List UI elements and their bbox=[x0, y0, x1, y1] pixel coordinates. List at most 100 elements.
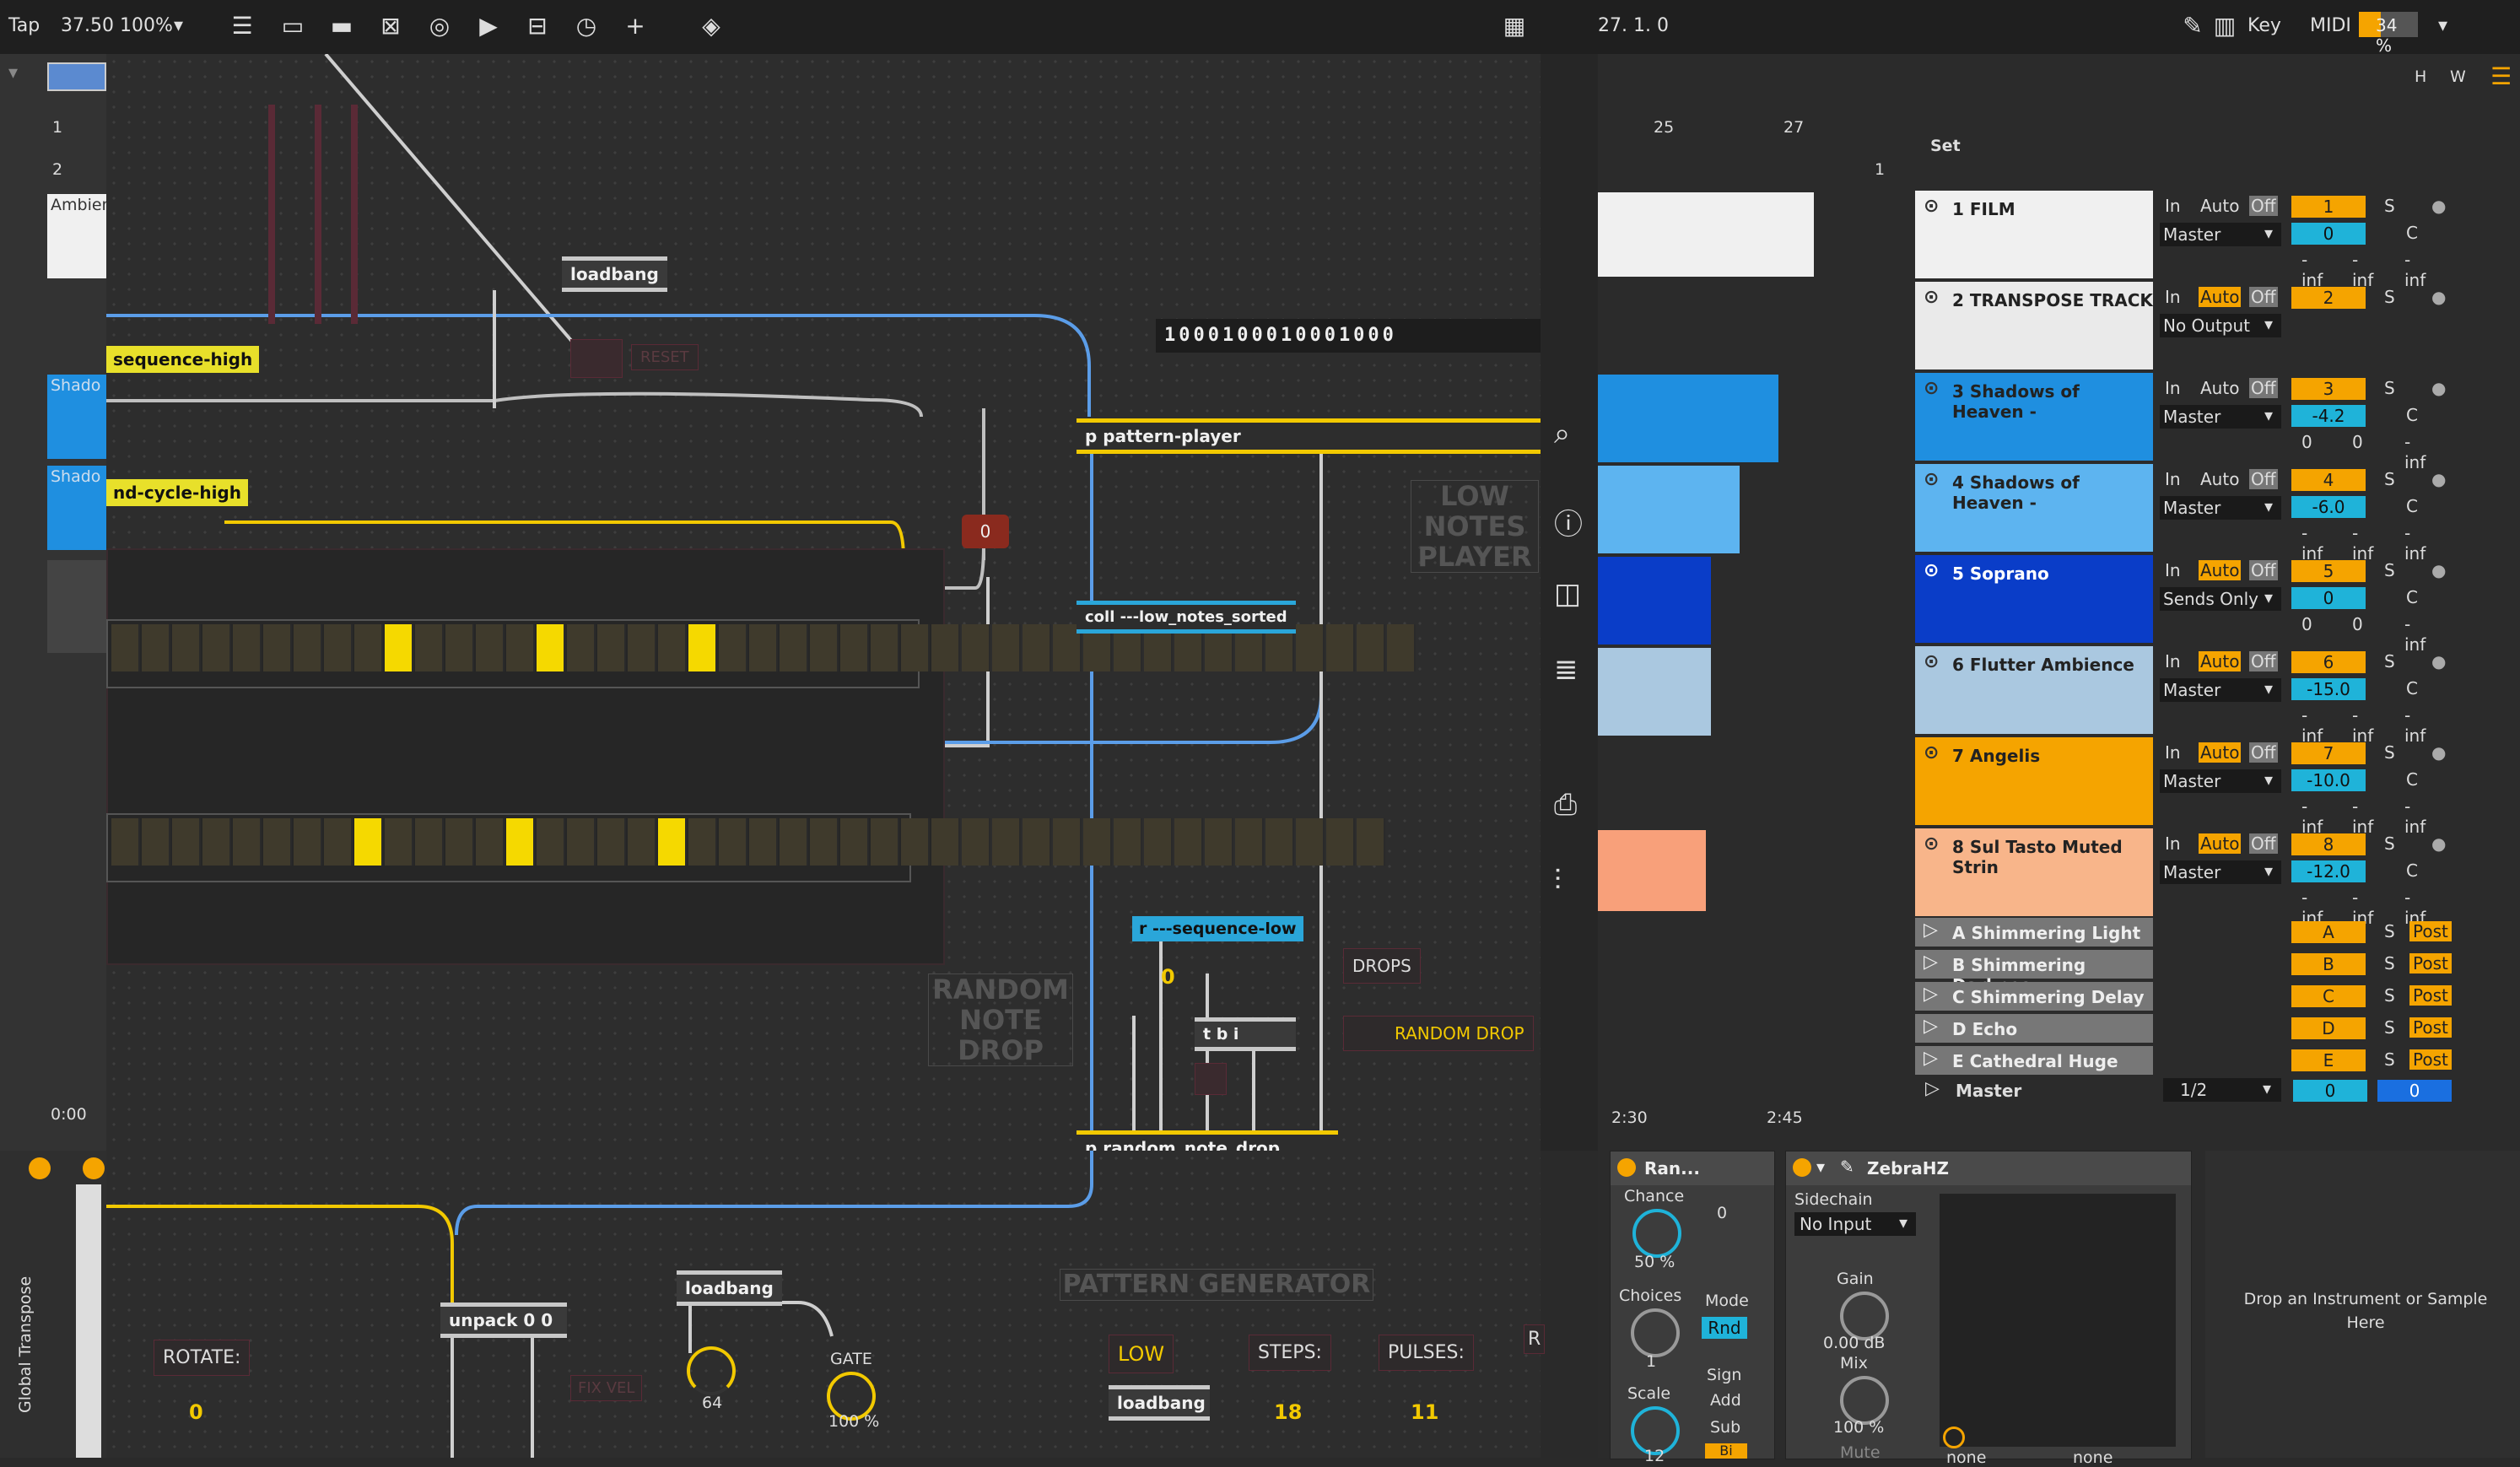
slider-strip[interactable] bbox=[315, 105, 321, 324]
clip-flutter[interactable] bbox=[1598, 648, 1711, 736]
post-button[interactable]: Post bbox=[2409, 985, 2452, 1006]
device-on-button[interactable] bbox=[29, 1157, 51, 1179]
sequencer-step[interactable] bbox=[567, 818, 596, 866]
keyboard-icon[interactable]: ▥ bbox=[2209, 10, 2241, 42]
send-cycle-high[interactable]: nd-cycle-high bbox=[106, 479, 248, 506]
sequencer-step[interactable] bbox=[354, 624, 383, 671]
bang-button[interactable] bbox=[1195, 1063, 1227, 1095]
sequencer-step[interactable] bbox=[840, 818, 869, 866]
snapshot-icon[interactable]: ⎙ bbox=[1554, 788, 1577, 822]
pattern-player-object[interactable]: p pattern-player bbox=[1077, 418, 1541, 454]
arm-icon[interactable]: ● bbox=[2431, 560, 2446, 580]
comment-icon[interactable]: ▬ bbox=[326, 10, 358, 42]
arm-icon[interactable]: ● bbox=[2431, 651, 2446, 671]
sequencer-step[interactable] bbox=[537, 818, 565, 866]
track-header[interactable]: ⊙ 4 Shadows of Heaven - bbox=[1915, 464, 2153, 552]
track-header[interactable]: ⊙ 5 Soprano bbox=[1915, 555, 2153, 643]
clip-shadows-2[interactable]: Shado bbox=[47, 466, 106, 550]
message-box-icon[interactable]: ▭ bbox=[277, 10, 309, 42]
sequencer-step[interactable] bbox=[931, 624, 960, 671]
add-button[interactable]: Add bbox=[1710, 1391, 1741, 1410]
monitor-auto[interactable]: Auto bbox=[2199, 742, 2242, 763]
pan-field[interactable]: C bbox=[2406, 223, 2418, 243]
loadbang-object[interactable]: loadbang bbox=[677, 1270, 782, 1306]
sequencer-step[interactable] bbox=[1296, 624, 1325, 671]
output-select[interactable]: Master ▾ bbox=[2160, 860, 2281, 884]
solo-button[interactable]: S bbox=[2384, 833, 2395, 854]
search-icon[interactable]: ⌕ bbox=[1554, 417, 1570, 450]
menu-icon[interactable]: ☰ bbox=[2490, 62, 2512, 90]
master-pan[interactable]: 0 bbox=[2377, 1080, 2452, 1102]
mixer-icon[interactable]: ⫶ bbox=[1554, 864, 1562, 898]
solo-button[interactable]: S bbox=[2384, 378, 2395, 398]
post-button[interactable]: Post bbox=[2409, 1049, 2452, 1070]
monitor-off[interactable]: Off bbox=[2249, 651, 2278, 671]
sequencer-step[interactable] bbox=[324, 624, 353, 671]
output-select[interactable]: Master ▾ bbox=[2160, 405, 2281, 429]
rotate-number[interactable]: 0 bbox=[189, 1400, 203, 1424]
receive-sequence-low[interactable]: r ---sequence-low bbox=[1132, 916, 1303, 941]
sequencer-step[interactable] bbox=[931, 818, 960, 866]
sequencer-step[interactable] bbox=[1326, 818, 1355, 866]
track-activator[interactable]: 8 bbox=[2291, 833, 2366, 855]
track-activator[interactable]: 6 bbox=[2291, 651, 2366, 673]
grid-icon[interactable]: ▦ bbox=[1498, 10, 1530, 42]
step-sequencer-low[interactable] bbox=[106, 813, 1385, 882]
sequencer-step[interactable] bbox=[719, 624, 747, 671]
solo-button[interactable]: S bbox=[2384, 921, 2395, 941]
sequencer-step[interactable] bbox=[1023, 818, 1051, 866]
arm-icon[interactable]: ● bbox=[2431, 378, 2446, 398]
number-box-red[interactable]: 0 bbox=[962, 515, 1009, 548]
pan-field[interactable]: C bbox=[2406, 587, 2418, 607]
sequencer-step[interactable] bbox=[1023, 624, 1051, 671]
sequencer-step[interactable] bbox=[628, 818, 656, 866]
w-button[interactable]: W bbox=[2450, 67, 2466, 86]
sequencer-step[interactable] bbox=[780, 624, 808, 671]
fold-icon[interactable]: ⊙ bbox=[1924, 378, 1939, 399]
chevron-down-icon[interactable]: ▾ bbox=[8, 62, 18, 84]
sequencer-step[interactable] bbox=[233, 624, 262, 671]
return-track-header[interactable]: ▷B Shimmering Darknes bbox=[1915, 950, 2153, 995]
sequencer-step[interactable] bbox=[658, 624, 687, 671]
master-volume[interactable]: 0 bbox=[2293, 1080, 2367, 1102]
pan-field[interactable]: C bbox=[2406, 496, 2418, 516]
step-sequencer-high[interactable] bbox=[106, 619, 1416, 688]
fold-icon[interactable]: ⊙ bbox=[1924, 287, 1939, 308]
velocity-dial[interactable] bbox=[687, 1346, 736, 1395]
monitor-in[interactable]: In bbox=[2165, 469, 2181, 489]
loadbang-object[interactable]: loadbang bbox=[562, 256, 667, 292]
mode-button[interactable]: Rnd bbox=[1702, 1317, 1747, 1339]
master-output-select[interactable]: 1/2 ▾ bbox=[2163, 1078, 2281, 1102]
monitor-off[interactable]: Off bbox=[2249, 833, 2278, 854]
clip-film[interactable] bbox=[1598, 192, 1814, 277]
sequencer-step[interactable] bbox=[1144, 818, 1173, 866]
trigger-object[interactable]: t b i bbox=[1195, 1017, 1296, 1051]
empty-slot[interactable] bbox=[47, 560, 106, 653]
sequencer-step[interactable] bbox=[871, 818, 899, 866]
sequencer-step[interactable] bbox=[354, 818, 383, 866]
sequencer-step[interactable] bbox=[749, 818, 778, 866]
sequencer-step[interactable] bbox=[294, 818, 322, 866]
sequencer-step[interactable] bbox=[810, 624, 839, 671]
chevron-down-icon[interactable]: ▾ bbox=[174, 15, 183, 36]
sequencer-step[interactable] bbox=[780, 818, 808, 866]
monitor-off[interactable]: Off bbox=[2249, 196, 2278, 216]
solo-button[interactable]: S bbox=[2384, 560, 2395, 580]
object-list-icon[interactable]: ≣ bbox=[1554, 653, 1578, 687]
sequencer-step[interactable] bbox=[415, 624, 444, 671]
fix-vel-toggle[interactable]: FIX VEL bbox=[570, 1375, 643, 1401]
sequencer-step[interactable] bbox=[1205, 818, 1233, 866]
master-track-header[interactable]: ▷ Master bbox=[1915, 1076, 2153, 1105]
sub-button[interactable]: Sub bbox=[1710, 1418, 1740, 1437]
monitor-auto[interactable]: Auto bbox=[2199, 833, 2242, 854]
sequencer-step[interactable] bbox=[597, 818, 626, 866]
volume-field[interactable]: -10.0 bbox=[2291, 769, 2366, 791]
track-activator[interactable]: 7 bbox=[2291, 742, 2366, 764]
zoom-select[interactable]: 100% bbox=[120, 15, 173, 36]
volume-field[interactable]: -15.0 bbox=[2291, 678, 2366, 700]
sequencer-step[interactable] bbox=[142, 624, 170, 671]
chance-knob[interactable] bbox=[1632, 1209, 1681, 1258]
monitor-off[interactable]: Off bbox=[2249, 287, 2278, 307]
fold-icon[interactable]: ⊙ bbox=[1924, 469, 1939, 490]
device-on-button[interactable] bbox=[83, 1157, 105, 1179]
